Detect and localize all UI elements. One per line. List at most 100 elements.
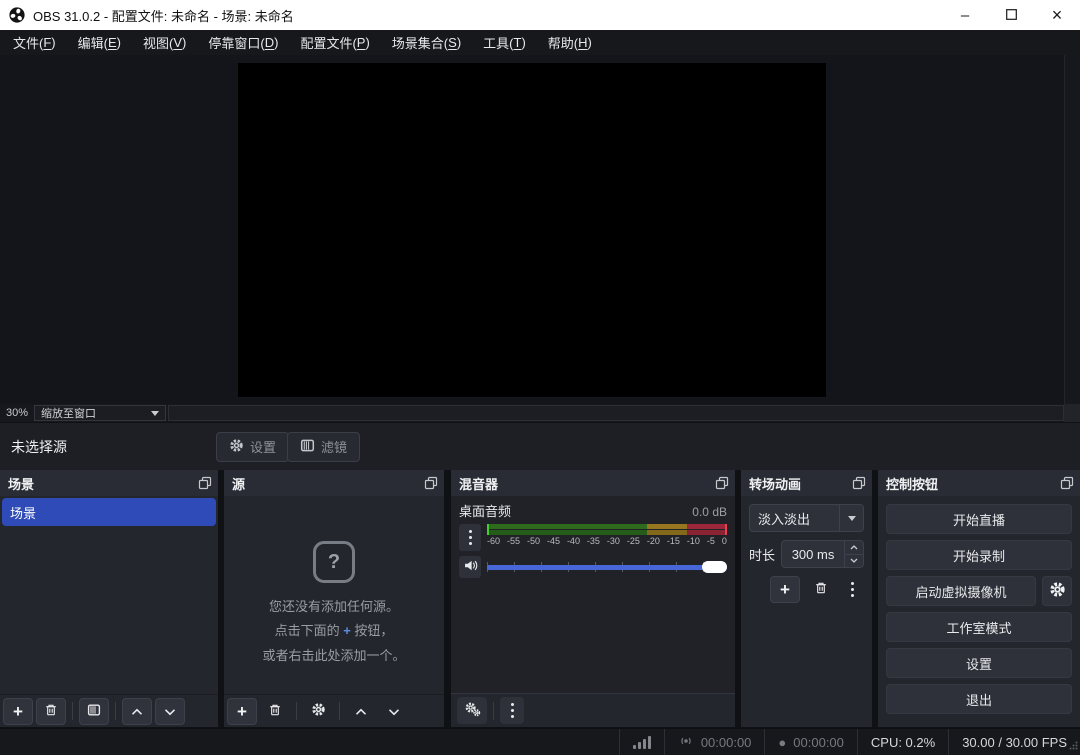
preview-canvas[interactable] <box>238 63 826 397</box>
popout-icon[interactable] <box>424 476 438 490</box>
start-virtual-cam-button[interactable]: 启动虚拟摄像机 <box>886 576 1036 606</box>
sources-header[interactable]: 源 <box>224 470 444 496</box>
maximize-button[interactable] <box>988 0 1034 30</box>
transitions-title: 转场动画 <box>749 474 801 493</box>
meter-tick: -60 <box>487 536 500 546</box>
source-properties-button[interactable] <box>303 698 333 725</box>
popout-icon[interactable] <box>198 476 212 490</box>
studio-mode-button[interactable]: 工作室模式 <box>886 612 1072 642</box>
remove-transition-button[interactable] <box>806 576 836 603</box>
chevron-up-icon <box>131 704 143 719</box>
kebab-icon <box>851 582 854 597</box>
meter-tick: -25 <box>627 536 640 546</box>
kebab-icon <box>511 703 514 718</box>
chevron-down-icon <box>839 505 863 531</box>
kebab-icon <box>469 530 472 545</box>
start-streaming-button[interactable]: 开始直播 <box>886 504 1072 534</box>
broadcast-icon <box>678 734 694 751</box>
stream-timer: 00:00:00 <box>664 729 765 755</box>
minimize-icon: – <box>961 7 969 24</box>
plus-icon: + <box>780 581 790 598</box>
mixer-channel-desktop-audio: 桌面音频 0.0 dB -60-55-50-4 <box>451 496 735 582</box>
start-recording-button[interactable]: 开始录制 <box>886 540 1072 570</box>
menu-view[interactable]: 视图(V) <box>132 30 197 55</box>
gear-icon <box>1049 581 1066 601</box>
volume-meter <box>487 524 727 535</box>
scene-move-down-button[interactable] <box>155 698 185 725</box>
settings-button[interactable]: 设置 <box>886 648 1072 678</box>
sources-empty-state: ? 您还没有添加任何源。 点击下面的 + 按钮， 或者右击此处添加一个。 <box>224 522 444 687</box>
meter-tick: -5 <box>707 536 715 546</box>
scene-move-up-button[interactable] <box>122 698 152 725</box>
spin-up-button[interactable] <box>845 541 863 554</box>
source-filters-button[interactable]: 滤镜 <box>287 432 360 462</box>
transition-menu-button[interactable] <box>842 576 862 603</box>
minimize-button[interactable]: – <box>942 0 988 30</box>
spin-down-button[interactable] <box>845 554 863 568</box>
controls-header[interactable]: 控制按钮 <box>878 470 1080 496</box>
mixer-header[interactable]: 混音器 <box>451 470 735 496</box>
mixer-toolbar <box>451 694 735 727</box>
exit-button[interactable]: 退出 <box>886 684 1072 714</box>
preview-vertical-scrollbar[interactable] <box>1064 55 1080 404</box>
virtual-cam-settings-button[interactable] <box>1042 576 1072 606</box>
empty-hint-line2: 点击下面的 + 按钮， <box>275 619 394 643</box>
speaker-icon <box>463 558 478 576</box>
remove-source-button[interactable] <box>260 698 290 725</box>
popout-icon[interactable] <box>1060 476 1074 490</box>
zoom-mode-dropdown[interactable]: 缩放至窗口 <box>34 405 166 421</box>
duration-spinbox[interactable]: 300 ms <box>781 540 864 568</box>
spin-arrows <box>844 541 863 567</box>
channel-menu-button[interactable] <box>459 524 481 551</box>
meter-tick: -50 <box>527 536 540 546</box>
source-properties-button[interactable]: 设置 <box>216 432 289 462</box>
slider-handle[interactable] <box>702 561 727 573</box>
sources-list[interactable]: ? 您还没有添加任何源。 点击下面的 + 按钮， 或者右击此处添加一个。 + <box>224 496 444 727</box>
gear-icon <box>311 702 326 720</box>
resize-grip[interactable] <box>1069 738 1078 753</box>
scenes-title: 场景 <box>8 474 34 493</box>
scenes-toolbar: + <box>0 694 218 727</box>
popout-icon[interactable] <box>715 476 729 490</box>
preview-horizontal-scrollbar[interactable] <box>168 405 1064 421</box>
mute-button[interactable] <box>459 556 481 578</box>
add-source-button[interactable]: + <box>227 698 257 725</box>
close-button[interactable]: × <box>1034 0 1080 30</box>
transitions-header[interactable]: 转场动画 <box>741 470 872 496</box>
menu-scene-collection[interactable]: 场景集合(S) <box>381 30 472 55</box>
popout-icon[interactable] <box>852 476 866 490</box>
menu-edit[interactable]: 编辑(E) <box>67 30 132 55</box>
menu-file[interactable]: 文件(F) <box>2 30 67 55</box>
menu-docks[interactable]: 停靠窗口(D) <box>197 30 289 55</box>
filters-icon <box>87 703 101 720</box>
dock-area: 场景 场景 + 源 <box>0 470 1080 728</box>
controls-title: 控制按钮 <box>886 474 938 493</box>
channel-name: 桌面音频 <box>459 501 511 520</box>
sources-toolbar: + <box>224 694 444 727</box>
add-scene-button[interactable]: + <box>3 698 33 725</box>
menu-profile[interactable]: 配置文件(P) <box>289 30 380 55</box>
scenes-header[interactable]: 场景 <box>0 470 218 496</box>
volume-slider[interactable] <box>487 559 727 575</box>
transition-select[interactable]: 淡入淡出 <box>749 504 864 532</box>
source-move-down-button[interactable] <box>379 698 409 725</box>
mixer-menu-button[interactable] <box>500 697 524 724</box>
obs-window: OBS 31.0.2 - 配置文件: 未命名 - 场景: 未命名 – × 文件(… <box>0 0 1080 755</box>
remove-scene-button[interactable] <box>36 698 66 725</box>
obs-logo-icon <box>9 7 25 23</box>
advanced-audio-button[interactable] <box>457 697 487 724</box>
meter-tick: -40 <box>567 536 580 546</box>
source-context-bar: 未选择源 设置 滤镜 <box>0 422 1080 470</box>
menu-tools[interactable]: 工具(T) <box>472 30 537 55</box>
scene-filters-button[interactable] <box>79 698 109 725</box>
toolbar-separator <box>115 702 116 720</box>
meter-tick: -20 <box>647 536 660 546</box>
source-move-up-button[interactable] <box>346 698 376 725</box>
network-status <box>619 729 664 755</box>
no-source-label: 未选择源 <box>0 437 67 457</box>
add-transition-button[interactable]: + <box>770 576 800 603</box>
chevron-down-icon <box>151 411 159 416</box>
scene-list-item[interactable]: 场景 <box>2 498 216 526</box>
titlebar: OBS 31.0.2 - 配置文件: 未命名 - 场景: 未命名 – × <box>0 0 1080 30</box>
menu-help[interactable]: 帮助(H) <box>537 30 603 55</box>
